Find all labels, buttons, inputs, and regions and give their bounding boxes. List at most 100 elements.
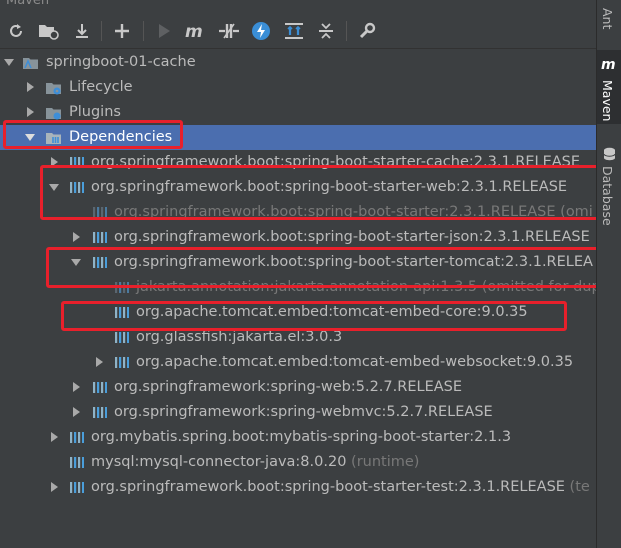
tab-maven[interactable]: Maven [600,80,615,121]
maven-tab-label: Maven [600,80,615,122]
dependency-row[interactable]: org.apache.tomcat.embed:tomcat-embed-web… [0,350,596,375]
dependency-row[interactable]: org.springframework.boot:spring-boot-sta… [0,225,596,250]
dependency-label: mysql:mysql-connector-java:8.0.20 (runti… [91,453,419,472]
dependency-coordinate: org.springframework.boot:spring-boot-sta… [114,229,590,245]
dependency-coordinate: org.springframework:spring-webmvc:5.2.7.… [114,404,493,420]
tree-node-lifecycle[interactable]: Lifecycle [0,75,596,100]
dependency-coordinate: org.springframework.boot:spring-boot-sta… [91,479,565,495]
dependency-row[interactable]: org.apache.tomcat.embed:tomcat-embed-cor… [0,300,596,325]
tree-node-dependencies[interactable]: Dependencies [0,125,596,150]
library-icon [93,382,107,393]
dependency-row[interactable]: org.springframework.boot:spring-boot-sta… [0,475,596,500]
dependency-scope-note: (te [564,479,590,495]
dependency-row[interactable]: org.springframework:spring-web:5.2.7.REL… [0,375,596,400]
collapse-all-icon[interactable] [313,14,339,48]
toggle-offline-icon[interactable] [216,14,242,48]
dependency-row[interactable]: org.glassfish:jakarta.el:3.0.3 [0,325,596,350]
library-icon [70,432,84,443]
dependency-label: org.glassfish:jakarta.el:3.0.3 [136,328,342,347]
plugins-folder-icon [46,108,61,120]
dependency-row[interactable]: org.springframework.boot:spring-boot-sta… [0,250,596,275]
library-icon [115,357,129,368]
chevron-right-icon[interactable] [24,81,36,93]
svg-text:m: m [185,23,203,39]
settings-icon[interactable] [354,14,380,48]
run-icon[interactable] [152,14,176,48]
dependency-coordinate: org.springframework.boot:spring-boot-sta… [91,179,568,195]
tab-ant[interactable]: Ant [600,8,615,29]
library-icon [70,482,84,493]
dependency-row[interactable]: org.springframework:spring-webmvc:5.2.7.… [0,400,596,425]
download-icon[interactable] [70,14,94,48]
execute-goal-icon[interactable]: m [183,14,209,48]
add-icon[interactable] [110,14,134,48]
library-icon [93,257,107,268]
dependency-label: org.springframework:spring-web:5.2.7.REL… [114,378,462,397]
dependency-row[interactable]: org.springframework.boot:spring-boot-sta… [0,150,596,175]
dependency-label: org.apache.tomcat.embed:tomcat-embed-cor… [136,303,528,322]
tree-node-plugins[interactable]: Plugins [0,100,596,125]
dependency-row[interactable]: mysql:mysql-connector-java:8.0.20 (runti… [0,450,596,475]
dependency-coordinate: org.springframework:spring-web:5.2.7.REL… [114,379,463,395]
tool-window-strip: Ant m Maven Database [596,0,621,548]
chevron-right-icon[interactable] [24,106,36,118]
dependency-label: org.springframework.boot:spring-boot-sta… [91,178,567,197]
dependency-row[interactable]: org.springframework.boot:spring-boot-sta… [0,175,596,200]
dependency-label: jakarta.annotation:jakarta.annotation-ap… [136,278,596,297]
chevron-right-icon[interactable] [48,431,60,443]
library-icon [93,407,107,418]
maven-toolbar: m [0,14,596,49]
chevron-down-icon[interactable] [48,181,60,193]
tab-database[interactable]: Database [600,166,615,226]
dependency-row[interactable]: org.mybatis.spring.boot:mybatis-spring-b… [0,425,596,450]
svg-text:m: m [601,57,616,71]
chevron-right-icon[interactable] [93,356,105,368]
dependency-row[interactable]: org.springframework.boot:spring-boot-sta… [0,200,596,225]
dependency-coordinate: org.springframework.boot:spring-boot-sta… [91,154,581,170]
library-icon [115,307,129,318]
dependency-label: org.springframework.boot:spring-boot-sta… [91,478,590,497]
library-icon [70,457,84,468]
dependency-label: org.springframework.boot:spring-boot-sta… [91,153,580,172]
dependency-label: org.springframework.boot:spring-boot-sta… [114,203,593,222]
dependency-label: org.springframework.boot:spring-boot-sta… [114,228,590,247]
lifecycle-folder-icon [46,83,61,95]
library-icon [70,157,84,168]
dependency-label: org.springframework:spring-webmvc:5.2.7.… [114,403,493,422]
toolbar-separator [143,21,144,41]
chevron-down-icon[interactable] [3,56,15,68]
lifecycle-label: Lifecycle [69,79,133,95]
chevron-down-icon[interactable] [70,256,82,268]
chevron-right-icon[interactable] [70,231,82,243]
maven-panel-title-bar: Maven [0,0,596,10]
reload-icon[interactable] [4,14,28,48]
toolbar-separator [346,21,347,41]
dependency-row[interactable]: jakarta.annotation:jakarta.annotation-ap… [0,275,596,300]
library-icon [93,207,107,218]
chevron-right-icon[interactable] [48,156,60,168]
ant-tab-label: Ant [600,8,615,30]
plugins-label: Plugins [69,104,121,120]
database-tab-label: Database [600,166,615,226]
chevron-down-icon[interactable] [24,131,36,143]
dependency-coordinate: org.springframework.boot:spring-boot-sta… [114,204,556,220]
library-icon [115,282,129,293]
tree-node-project[interactable]: springboot-01-cache [0,50,596,75]
dependency-coordinate: org.glassfish:jakarta.el:3.0.3 [136,329,343,345]
dependency-coordinate: jakarta.annotation:jakarta.annotation-ap… [136,279,478,295]
dependency-scope-note: (omitted for dup [477,279,596,295]
dependency-label: org.springframework.boot:spring-boot-sta… [114,253,593,272]
dependency-scope-note: (omi [555,204,593,220]
chevron-right-icon[interactable] [70,406,82,418]
show-dependencies-icon[interactable] [281,14,307,48]
skip-tests-icon[interactable] [249,14,273,48]
panel-title: Maven [6,0,50,8]
dependencies-label: Dependencies [69,129,173,145]
chevron-right-icon[interactable] [70,381,82,393]
dependencies-folder-icon [46,133,61,144]
generate-sources-icon[interactable] [36,14,62,48]
database-icon [603,147,616,161]
library-icon [115,332,129,343]
dependency-coordinate: org.apache.tomcat.embed:tomcat-embed-cor… [136,304,528,320]
chevron-right-icon[interactable] [48,481,60,493]
